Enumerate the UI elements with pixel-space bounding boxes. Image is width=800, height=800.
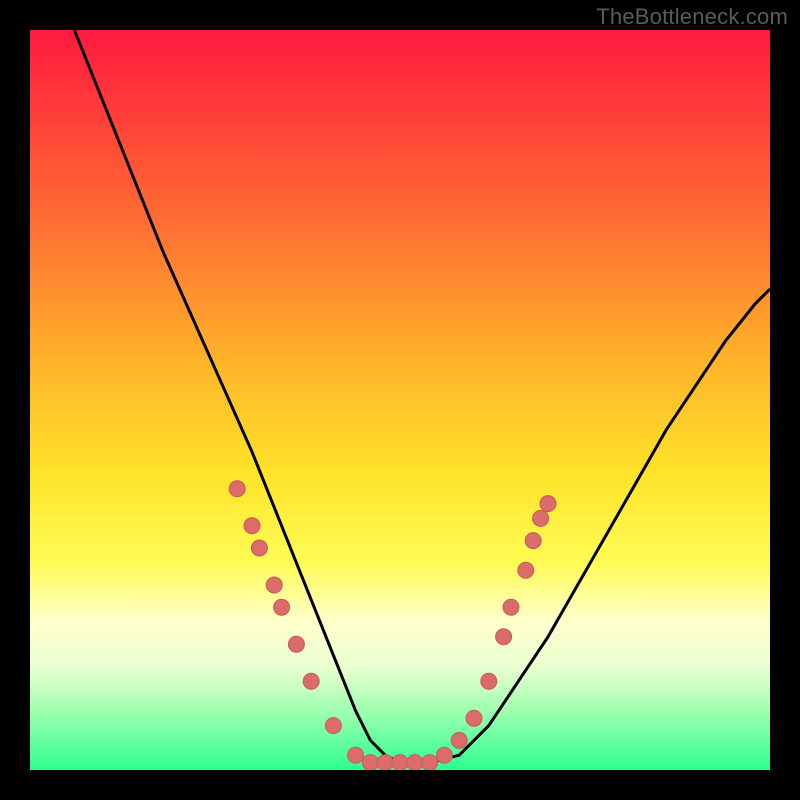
data-marker [518, 562, 534, 578]
data-marker [251, 540, 267, 556]
data-marker [229, 481, 245, 497]
chart-svg [30, 30, 770, 770]
bottleneck-curve-path [74, 30, 770, 763]
data-marker [244, 518, 260, 534]
data-marker [325, 718, 341, 734]
data-marker [466, 710, 482, 726]
chart-frame: TheBottleneck.com [0, 0, 800, 800]
data-marker [362, 755, 378, 770]
data-marker [451, 732, 467, 748]
markers-group [229, 481, 556, 770]
data-marker [422, 755, 438, 770]
plot-area [30, 30, 770, 770]
data-marker [436, 747, 452, 763]
data-marker [481, 673, 497, 689]
data-marker [503, 599, 519, 615]
data-marker [303, 673, 319, 689]
data-marker [525, 533, 541, 549]
data-marker [274, 599, 290, 615]
data-marker [266, 577, 282, 593]
data-marker [533, 510, 549, 526]
data-marker [288, 636, 304, 652]
data-marker [407, 755, 423, 770]
data-marker [392, 755, 408, 770]
data-marker [540, 496, 556, 512]
data-marker [377, 755, 393, 770]
data-marker [348, 747, 364, 763]
watermark-label: TheBottleneck.com [596, 4, 788, 30]
data-marker [496, 629, 512, 645]
